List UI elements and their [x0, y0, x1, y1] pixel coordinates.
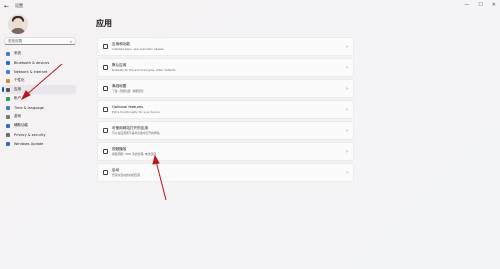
page-title: 应用: [96, 19, 112, 28]
startup-icon: [103, 170, 108, 175]
card-apps-for-websites[interactable]: 可使用网站打开的应用 可以在应用而不是浏览器中打开的网站 ›: [97, 121, 354, 140]
account-icon: [6, 96, 10, 101]
card-video-playback[interactable]: 视频播放 视频调整, HDR 流式处理, 电池选项 ›: [97, 142, 354, 161]
card-subtitle: Installed apps, app execution aliases: [112, 47, 164, 51]
map-icon: [103, 86, 108, 91]
minimize-button[interactable]: —: [464, 2, 469, 8]
card-subtitle: Extra functionality for your device: [112, 110, 160, 114]
chevron-right-icon: ›: [346, 128, 348, 134]
settings-list: 应用和功能 Installed apps, app execution alia…: [97, 37, 354, 184]
sidebar-item-system[interactable]: 系统: [2, 49, 76, 58]
gamepad-icon: [6, 114, 10, 119]
network-icon: [6, 69, 10, 74]
shield-icon: [6, 132, 10, 137]
sidebar-item-label: Time & language: [14, 105, 44, 110]
sidebar-nav: 系统 Bluetooth & devices Network & interne…: [2, 49, 76, 148]
card-offline-maps[interactable]: 离线地图 下载, 存储位置, 地图更新 ›: [97, 79, 354, 98]
chevron-right-icon: ›: [346, 65, 348, 71]
apps-icon: [6, 87, 10, 92]
maximize-button[interactable]: ☐: [478, 2, 482, 8]
chevron-right-icon: ›: [346, 149, 348, 155]
sidebar-item-label: Windows Update: [14, 141, 44, 146]
sidebar-item-accessibility[interactable]: 辅助功能: [2, 121, 76, 130]
chevron-right-icon: ›: [346, 86, 348, 92]
sidebar-item-privacy[interactable]: Privacy & security: [2, 130, 76, 139]
sidebar-item-label: Bluetooth & devices: [14, 60, 50, 65]
card-startup[interactable]: 启动 登录时自动启动的应用 ›: [97, 163, 354, 182]
sidebar-item-windows-update[interactable]: Windows Update: [2, 139, 76, 148]
web-apps-icon: [103, 128, 108, 133]
sidebar-item-accounts[interactable]: 帐户: [2, 94, 76, 103]
chevron-right-icon: ›: [346, 44, 348, 50]
card-optional-features[interactable]: Optional features Extra functionality fo…: [97, 100, 354, 119]
search-box[interactable]: 查找设置 ⌕: [4, 37, 76, 45]
sidebar-item-network[interactable]: Network & internet: [2, 67, 76, 76]
avatar-face: [13, 18, 23, 28]
default-apps-icon: [103, 65, 108, 70]
sidebar-item-label: Network & internet: [14, 69, 48, 74]
card-subtitle: 登录时自动启动的应用: [112, 173, 140, 177]
title-bar: ← 设置 — ☐ ✕: [0, 0, 500, 12]
sidebar-item-label: 应用: [14, 87, 21, 91]
close-button[interactable]: ✕: [492, 2, 496, 8]
sidebar-item-label: Privacy & security: [14, 132, 46, 137]
system-icon: [6, 51, 10, 56]
apps-list-icon: [103, 44, 108, 49]
globe-icon: [6, 105, 10, 110]
sidebar-item-personalization[interactable]: 个性化: [2, 76, 76, 85]
avatar[interactable]: [8, 14, 28, 34]
sidebar-item-bluetooth[interactable]: Bluetooth & devices: [2, 58, 76, 67]
sidebar-item-label: 游戏: [14, 114, 21, 118]
card-subtitle: 下载, 存储位置, 地图更新: [112, 89, 144, 93]
card-apps-features[interactable]: 应用和功能 Installed apps, app execution alia…: [97, 37, 354, 56]
optional-features-icon: [103, 107, 108, 112]
update-icon: [6, 141, 10, 146]
sidebar-item-label: 系统: [14, 51, 21, 55]
sidebar-item-time-language[interactable]: Time & language: [2, 103, 76, 112]
sidebar-item-label: 辅助功能: [14, 123, 28, 127]
bluetooth-icon: [6, 60, 10, 65]
window-controls: — ☐ ✕: [464, 2, 496, 8]
sidebar-item-label: 个性化: [14, 78, 25, 82]
sidebar-item-label: 帐户: [14, 96, 21, 100]
video-icon: [103, 149, 108, 154]
sidebar-item-apps[interactable]: 应用: [2, 85, 76, 94]
card-subtitle: 视频调整, HDR 流式处理, 电池选项: [112, 152, 157, 156]
card-subtitle: 可以在应用而不是浏览器中打开的网站: [112, 131, 160, 135]
chevron-right-icon: ›: [346, 107, 348, 113]
sidebar-item-gaming[interactable]: 游戏: [2, 112, 76, 121]
card-default-apps[interactable]: 默认应用 Defaults for file and link types, o…: [97, 58, 354, 77]
brush-icon: [6, 78, 10, 83]
window-title: 设置: [15, 3, 24, 8]
accessibility-icon: [6, 123, 10, 128]
avatar-body: [11, 28, 25, 34]
chevron-right-icon: ›: [346, 170, 348, 176]
search-icon: ⌕: [69, 38, 72, 44]
search-input[interactable]: 查找设置: [8, 39, 70, 44]
card-subtitle: Defaults for file and link types, other …: [112, 68, 176, 72]
back-arrow-icon[interactable]: ←: [4, 3, 9, 10]
